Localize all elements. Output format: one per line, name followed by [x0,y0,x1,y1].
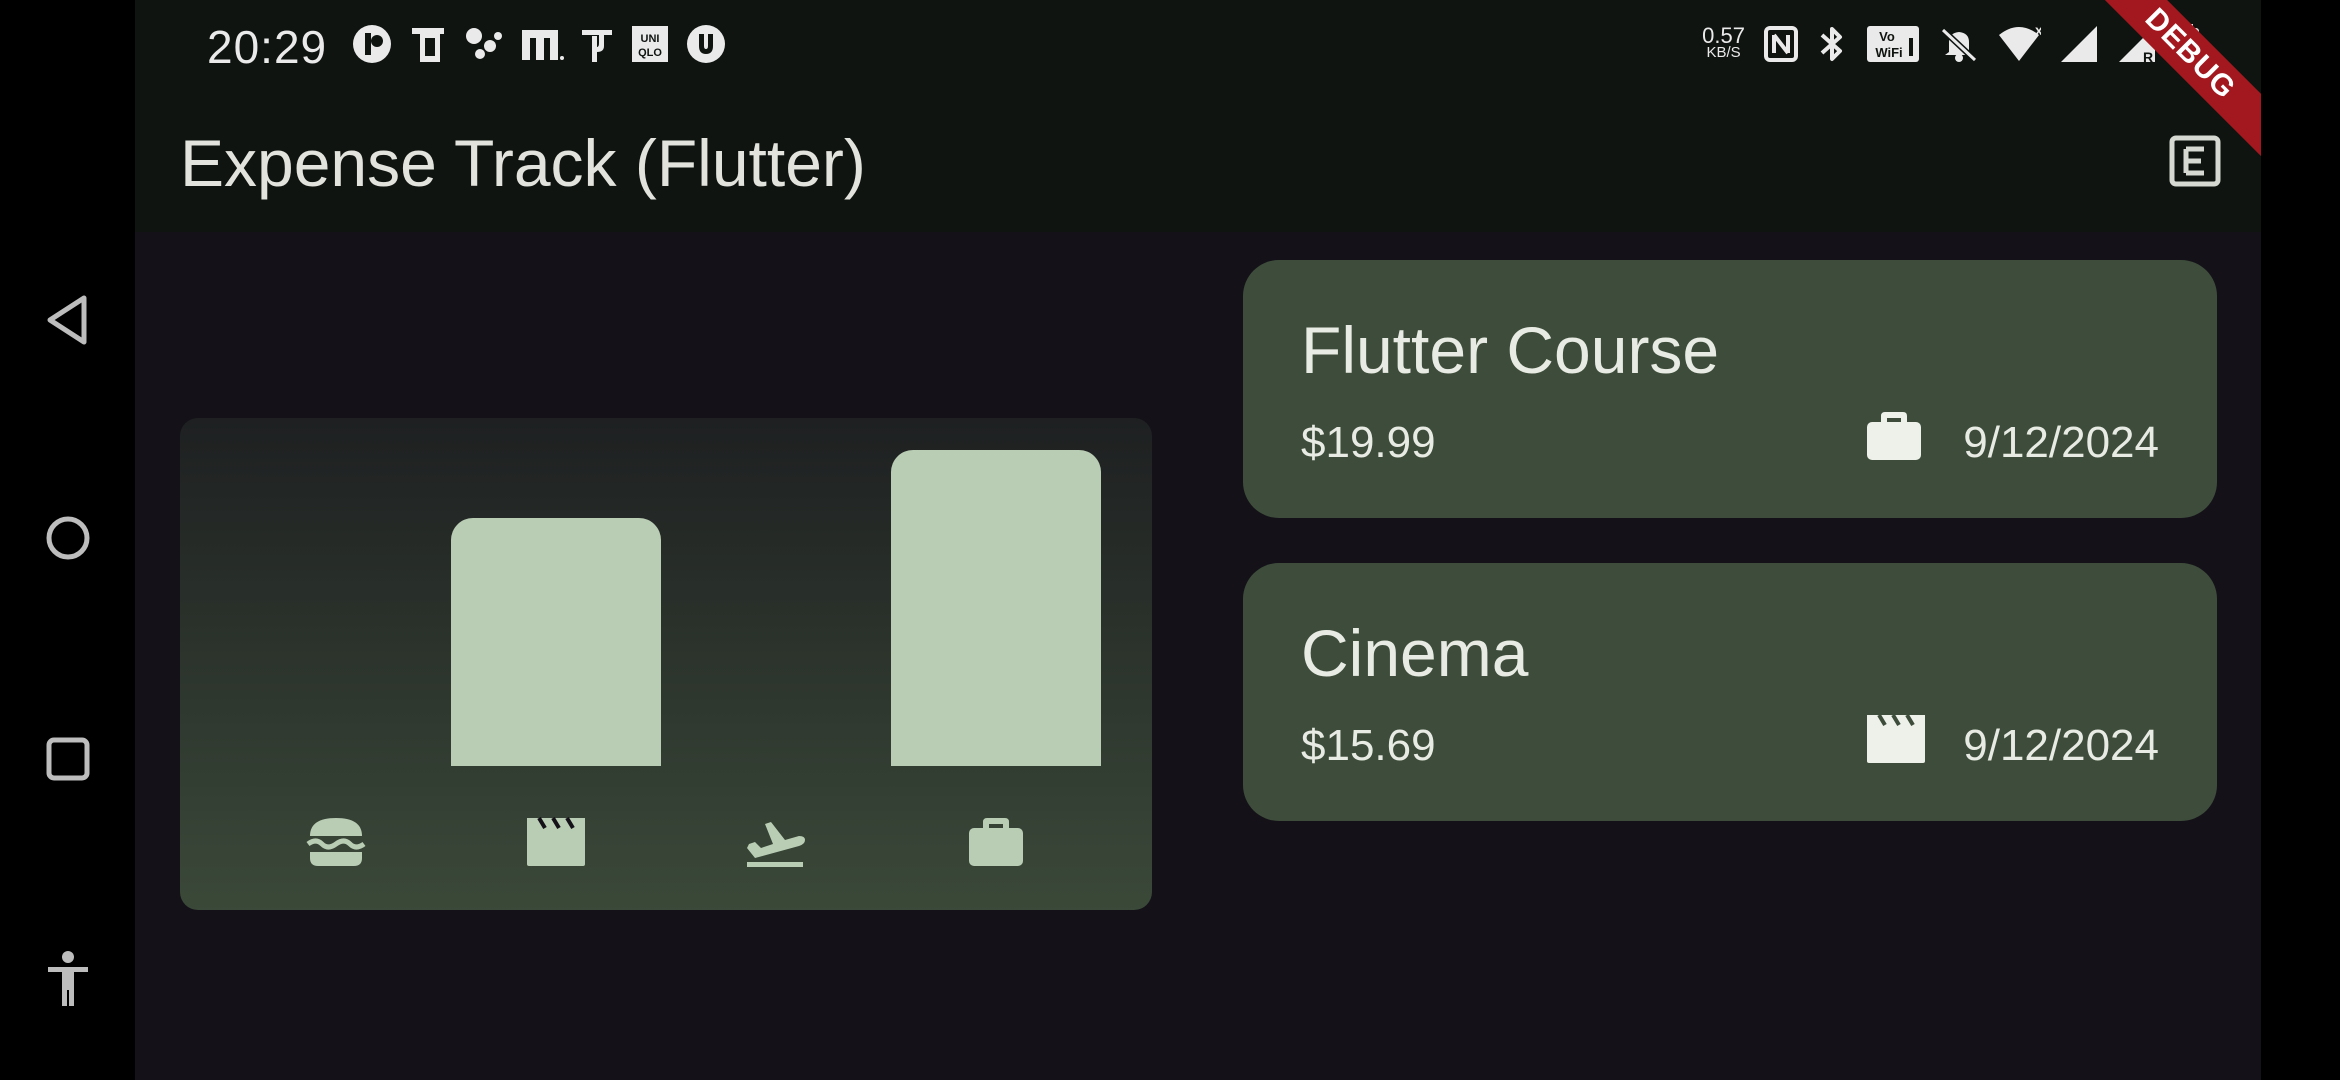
back-button[interactable] [0,294,135,346]
back-icon [47,295,86,345]
expense-chart [180,418,1152,910]
svg-text:R: R [2143,49,2153,64]
expense-card[interactable]: Flutter Course $19.99 9/12/2024 [1243,260,2217,518]
add-expense-button[interactable] [2169,135,2221,187]
status-bar: 20:29 UNI QLO 0.57 KB/S Vo WiFi x R [135,0,2261,95]
network-speed-unit: KB/S [1706,44,1741,61]
add-expense-icon [2169,135,2221,187]
svg-text:Vo: Vo [1879,29,1895,44]
movie-icon [1865,713,1927,775]
u-icon [687,25,725,63]
assistant-icon [466,28,502,59]
phonepe-icon [582,30,612,62]
home-icon [46,516,89,560]
app-window: 20:29 UNI QLO 0.57 KB/S Vo WiFi x R Expe… [135,0,2261,1080]
burger-icon [300,806,372,878]
svg-text:QLO: QLO [638,47,662,59]
movie-icon [520,806,592,878]
recents-button[interactable] [0,736,135,782]
m-icon [522,30,564,60]
expense-title: Flutter Course [1301,313,1720,387]
accessibility-icon [47,951,88,1006]
notification-icons: UNI QLO [352,24,726,64]
expense-date: 9/12/2024 [1963,721,2159,770]
app-icon [353,25,391,63]
network-speed: 0.57 KB/S [1702,23,1745,62]
signal-icon [2061,26,2097,62]
network-speed-value: 0.57 [1702,23,1745,48]
chart-bar-leisure [451,517,661,766]
wifi-icon: x [1999,25,2041,61]
recents-icon [46,737,89,781]
svg-text:WiFi: WiFi [1875,45,1902,60]
nfc-icon [1764,26,1798,62]
uniqlo-icon: UNI QLO [632,26,668,62]
home-button[interactable] [0,514,135,562]
svg-text:UNI: UNI [641,33,660,45]
system-navigation-bar [0,0,135,1080]
work-icon [960,806,1032,878]
mute-icon [1940,27,1978,63]
screen-edge [2261,0,2340,1080]
expense-date: 9/12/2024 [1963,418,2159,467]
vowifi-icon: VoWiFi [1867,26,1919,62]
bluetooth-icon [1820,27,1842,61]
sim-icon [412,28,444,62]
flight-icon [740,806,812,878]
app-bar: Expense Track (Flutter) [135,95,2261,232]
svg-text:x: x [2035,25,2041,38]
expense-amount: $19.99 [1301,418,1436,467]
expense-title: Cinema [1301,616,1529,690]
chart-bar-work [891,450,1101,766]
clock: 20:29 [207,21,328,73]
system-status-icons: 0.57 KB/S Vo WiFi x R [1702,24,2201,64]
work-icon [1865,410,1927,472]
expense-card[interactable]: Cinema $15.69 9/12/2024 [1243,563,2217,821]
page-title: Expense Track (Flutter) [180,126,866,200]
expense-amount: $15.69 [1301,721,1436,770]
accessibility-button[interactable] [0,950,135,1008]
